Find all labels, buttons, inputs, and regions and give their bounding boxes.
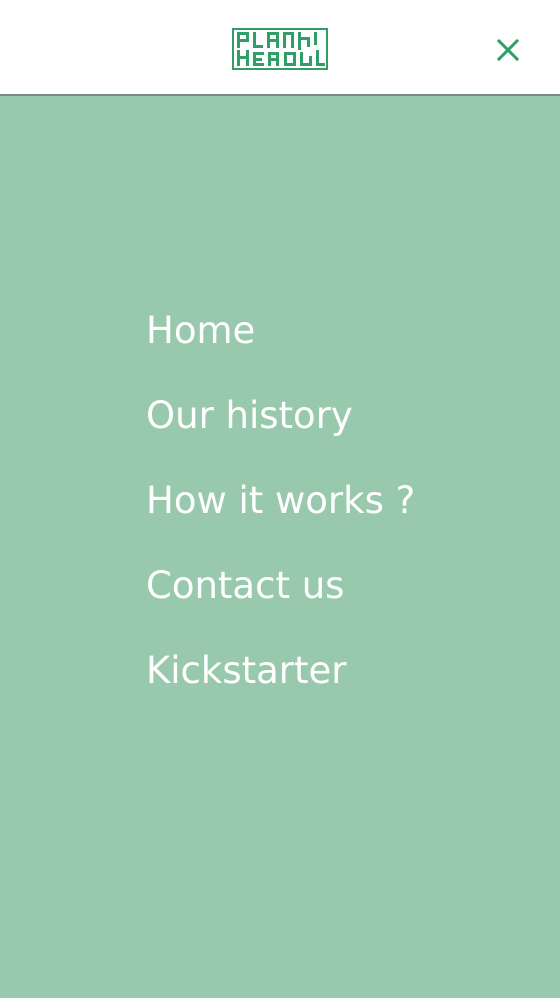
top-header <box>0 0 560 96</box>
mobile-menu-page: Home Our history How it works ? Contact … <box>0 0 560 998</box>
menu-item-label: Home <box>146 309 256 352</box>
navigation-menu: Home Our history How it works ? Contact … <box>146 305 415 730</box>
close-icon <box>496 38 520 62</box>
menu-item-label: How it works ? <box>146 479 416 522</box>
close-menu-button[interactable] <box>490 32 526 68</box>
menu-item-home[interactable]: Home <box>146 305 415 390</box>
menu-item-label: Kickstarter <box>146 649 347 692</box>
menu-item-label: Contact us <box>146 564 345 607</box>
plant-hero-logo-icon <box>232 28 328 70</box>
menu-item-label: Our history <box>146 394 353 437</box>
menu-item-how-it-works[interactable]: How it works ? <box>146 475 415 560</box>
plant-hero-logo[interactable] <box>232 28 328 70</box>
menu-item-kickstarter[interactable]: Kickstarter <box>146 645 415 730</box>
menu-item-contact-us[interactable]: Contact us <box>146 560 415 645</box>
menu-item-our-history[interactable]: Our history <box>146 390 415 475</box>
